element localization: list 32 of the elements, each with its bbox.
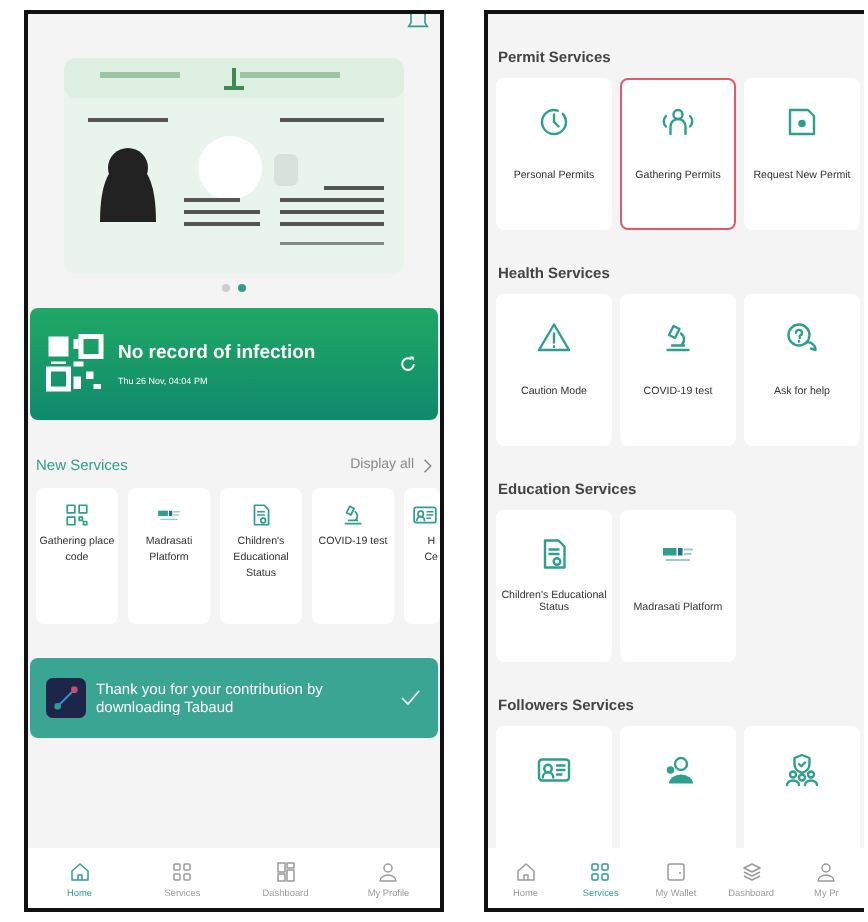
app-logo-icon bbox=[46, 678, 86, 718]
people-icon bbox=[660, 104, 696, 140]
qr-code-icon bbox=[46, 334, 106, 394]
image-frame-icon bbox=[784, 104, 820, 140]
id-card-icon bbox=[412, 502, 438, 528]
layers-icon bbox=[739, 859, 764, 883]
profile-icon bbox=[376, 859, 401, 883]
question-bubble-icon bbox=[784, 320, 820, 356]
profile-icon bbox=[814, 859, 839, 883]
chevron-right-icon[interactable] bbox=[422, 457, 432, 473]
id-card-icon bbox=[536, 752, 572, 788]
document-icon bbox=[248, 502, 274, 528]
warning-icon bbox=[536, 320, 572, 356]
people-shield-icon bbox=[784, 752, 820, 788]
dashboard-icon bbox=[273, 859, 298, 883]
wallet-icon bbox=[663, 859, 688, 883]
home-icon bbox=[513, 859, 538, 883]
carousel-dot[interactable] bbox=[238, 284, 246, 292]
refresh-icon[interactable] bbox=[398, 354, 418, 374]
qr-code-icon bbox=[64, 502, 90, 528]
checkmark-icon bbox=[398, 686, 422, 710]
grid-icon bbox=[588, 859, 613, 883]
service-card[interactable] bbox=[620, 726, 736, 848]
service-card[interactable] bbox=[496, 726, 612, 848]
carousel-dot[interactable] bbox=[222, 284, 230, 292]
grid-icon bbox=[170, 859, 195, 883]
clock-icon bbox=[536, 104, 572, 140]
microscope-icon bbox=[660, 320, 696, 356]
status-title: No record of infection bbox=[118, 342, 318, 364]
home-icon bbox=[67, 859, 92, 883]
microscope-icon bbox=[340, 502, 366, 528]
service-card[interactable] bbox=[744, 726, 860, 848]
